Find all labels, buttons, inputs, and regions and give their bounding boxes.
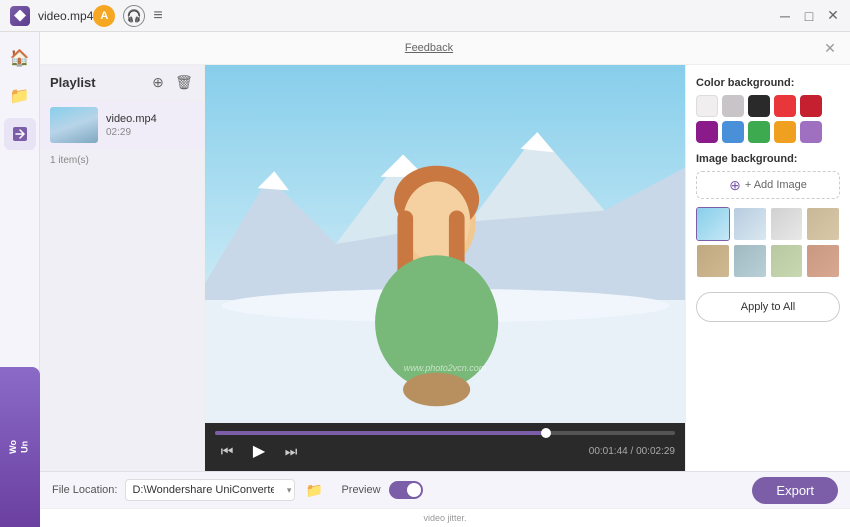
controls-row: ⏮ ▶ ⏭ 00:01:44 / 00:02:29 [215, 439, 675, 463]
close-button[interactable]: ✕ [826, 9, 840, 23]
sidebar-item-convert[interactable] [4, 118, 36, 150]
bg-thumb-7[interactable] [806, 244, 840, 278]
sidebar: 🏠 📁 WoUn [0, 32, 40, 527]
prev-button[interactable]: ⏮ [215, 439, 239, 463]
playlist-delete-button[interactable]: 🗑 [174, 73, 194, 93]
main-content: Feedback ✕ Playlist ⊕ 🗑 video.mp4 02 [40, 32, 850, 527]
color-bg-title: Color background: [696, 77, 840, 89]
feedback-link[interactable]: Feedback [405, 42, 453, 54]
time-display: 00:01:44 / 00:02:29 [589, 446, 675, 457]
color-swatch-3[interactable] [774, 95, 796, 117]
video-player: www.photo2vcn.com [205, 65, 685, 423]
current-time: 00:01:44 [589, 446, 628, 457]
color-swatch-7[interactable] [748, 121, 770, 143]
window-title: video.mp4 [38, 9, 93, 23]
title-bar: video.mp4 A 🎧 ≡ ─ □ ✕ [0, 0, 850, 32]
bg-thumb-2[interactable] [770, 207, 804, 241]
title-bar-icons: A 🎧 ≡ [93, 5, 162, 27]
progress-thumb[interactable] [541, 428, 551, 438]
headset-icon[interactable]: 🎧 [123, 5, 145, 27]
progress-bar[interactable] [215, 431, 675, 435]
app-window: 🏠 📁 WoUn Feedback ✕ Playlist [0, 32, 850, 527]
bottom-bar: File Location: ▾ 📁 Preview Export [40, 471, 850, 508]
progress-fill [215, 431, 546, 435]
user-avatar[interactable]: A [93, 5, 115, 27]
color-grid [696, 95, 840, 143]
playlist-item-info: video.mp4 02:29 [106, 113, 194, 138]
video-watermark: www.photo2vcn.com [404, 363, 487, 373]
bg-thumb-4[interactable] [696, 244, 730, 278]
hamburger-icon[interactable]: ≡ [153, 7, 162, 25]
bg-thumb-5[interactable] [733, 244, 767, 278]
add-image-label: + Add Image [745, 179, 807, 191]
maximize-button[interactable]: □ [802, 9, 816, 23]
image-bg-section: Image background: ⊕ + Add Image [696, 153, 840, 278]
add-icon: ⊕ [729, 177, 741, 194]
export-button[interactable]: Export [752, 477, 838, 504]
color-bg-section: Color background: [696, 77, 840, 143]
promo-text: WoUn [8, 440, 31, 454]
image-bg-title: Image background: [696, 153, 840, 165]
browse-folder-button[interactable]: 📁 [303, 479, 325, 501]
sidebar-item-home[interactable]: 🏠 [4, 42, 36, 74]
playlist-item-duration: 02:29 [106, 127, 194, 138]
chevron-down-icon: ▾ [287, 485, 292, 496]
minimize-button[interactable]: ─ [778, 9, 792, 23]
file-location-wrapper: ▾ [125, 479, 295, 501]
color-swatch-8[interactable] [774, 121, 796, 143]
sidebar-promo-card[interactable]: WoUn [0, 367, 40, 527]
notice-text: video jitter. [423, 513, 466, 523]
window-controls: ─ □ ✕ [778, 9, 840, 23]
panel-close-button[interactable]: ✕ [822, 40, 838, 56]
toggle-thumb [407, 483, 421, 497]
playlist-panel: Playlist ⊕ 🗑 video.mp4 02:29 1 item(s) [40, 65, 205, 471]
color-swatch-9[interactable] [800, 121, 822, 143]
playlist-item-name: video.mp4 [106, 113, 194, 125]
color-swatch-6[interactable] [722, 121, 744, 143]
video-area: www.photo2vcn.com ⏮ ▶ ⏭ 00:01:44 / [205, 65, 685, 471]
image-thumbs-grid [696, 207, 840, 278]
playlist-count: 1 item(s) [40, 149, 204, 172]
bg-thumb-6[interactable] [770, 244, 804, 278]
color-swatch-1[interactable] [722, 95, 744, 117]
playlist-thumbnail [50, 107, 98, 143]
bg-thumb-3[interactable] [806, 207, 840, 241]
next-button[interactable]: ⏭ [279, 439, 303, 463]
panel-body: Playlist ⊕ 🗑 video.mp4 02:29 1 item(s) [40, 65, 850, 471]
add-image-button[interactable]: ⊕ + Add Image [696, 171, 840, 199]
right-panel: Color background: I [685, 65, 850, 471]
notice-bar: video jitter. [40, 508, 850, 527]
playlist-add-button[interactable]: ⊕ [148, 73, 168, 93]
video-controls: ⏮ ▶ ⏭ 00:01:44 / 00:02:29 [205, 423, 685, 471]
play-button[interactable]: ▶ [247, 439, 271, 463]
file-location-input[interactable] [125, 479, 295, 501]
file-location-label: File Location: [52, 484, 117, 496]
apply-to-all-button[interactable]: Apply to All [696, 292, 840, 322]
playlist-header: Playlist ⊕ 🗑 [40, 65, 204, 101]
color-swatch-5[interactable] [696, 121, 718, 143]
color-swatch-0[interactable] [696, 95, 718, 117]
title-bar-left: video.mp4 [10, 6, 93, 26]
bg-thumb-1[interactable] [733, 207, 767, 241]
playlist-item[interactable]: video.mp4 02:29 [40, 101, 204, 149]
app-icon [10, 6, 30, 26]
total-time: 00:02:29 [636, 446, 675, 457]
sidebar-item-files[interactable]: 📁 [4, 80, 36, 112]
bg-thumb-0[interactable] [696, 207, 730, 241]
preview-toggle[interactable] [389, 481, 423, 499]
color-swatch-2[interactable] [748, 95, 770, 117]
preview-label: Preview [341, 484, 380, 496]
color-swatch-4[interactable] [800, 95, 822, 117]
playlist-title: Playlist [50, 75, 142, 90]
panel-header: Feedback ✕ [40, 32, 850, 65]
